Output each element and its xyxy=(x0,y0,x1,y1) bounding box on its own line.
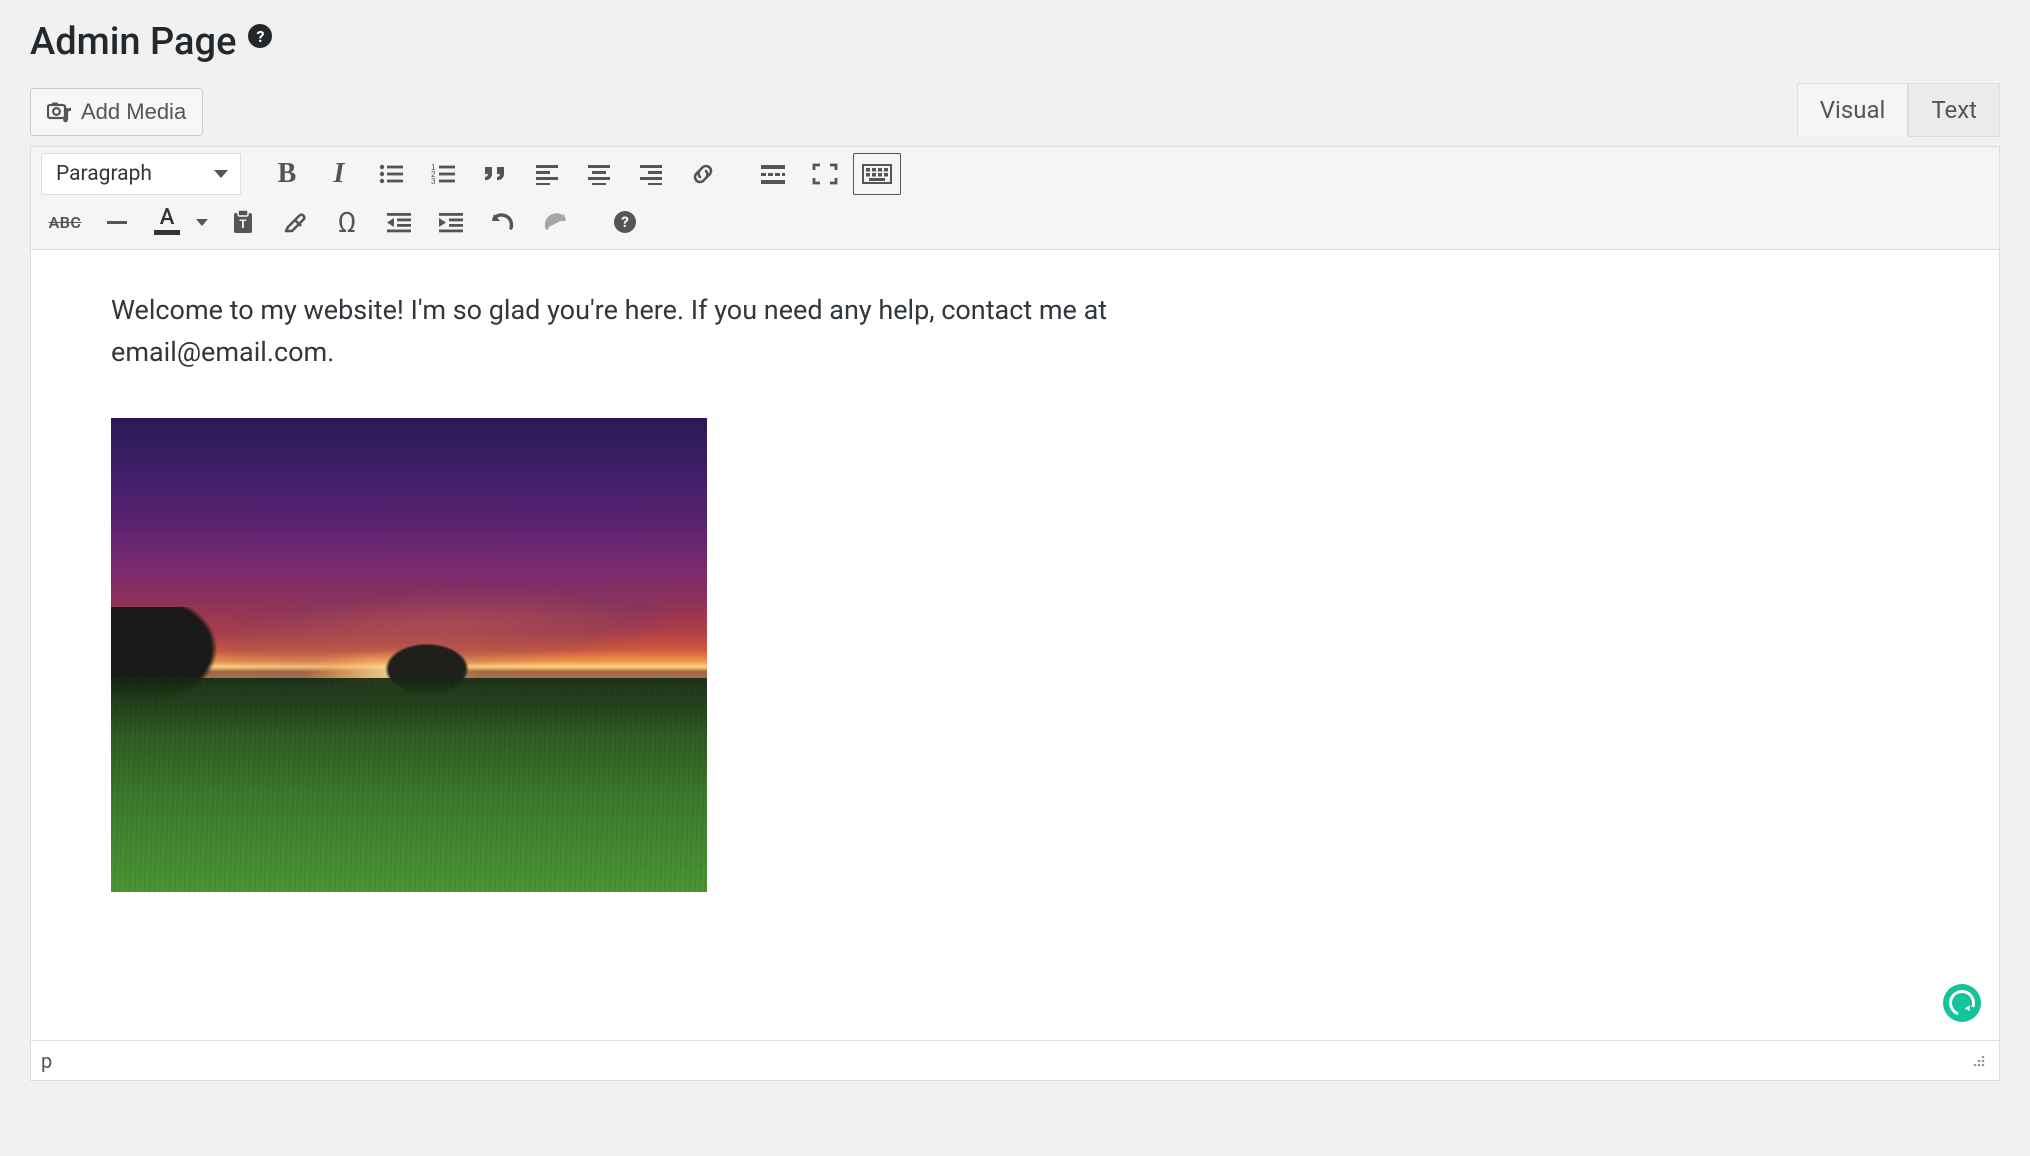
grammarly-icon[interactable] xyxy=(1943,984,1981,1022)
svg-text:T: T xyxy=(239,217,247,231)
svg-text:?: ? xyxy=(621,213,629,231)
text-color-bar xyxy=(154,230,180,235)
bold-button[interactable]: B xyxy=(263,153,311,195)
content-image[interactable] xyxy=(111,418,707,892)
outdent-button[interactable] xyxy=(375,201,423,243)
tab-text[interactable]: Text xyxy=(1908,83,2000,137)
resize-handle-icon[interactable] xyxy=(1969,1051,1989,1071)
format-select[interactable]: Paragraph xyxy=(41,153,241,195)
strikethrough-button[interactable]: ABC xyxy=(41,201,89,243)
tab-visual[interactable]: Visual xyxy=(1797,83,1909,137)
text-color-button[interactable]: A xyxy=(145,204,189,240)
special-character-button[interactable]: Ω xyxy=(323,201,371,243)
redo-button[interactable] xyxy=(531,201,579,243)
svg-text:3: 3 xyxy=(431,177,436,185)
italic-button[interactable]: I xyxy=(315,153,363,195)
add-media-label: Add Media xyxy=(81,99,186,125)
fullscreen-button[interactable] xyxy=(801,153,849,195)
horizontal-rule-button[interactable] xyxy=(93,201,141,243)
read-more-button[interactable] xyxy=(749,153,797,195)
align-center-button[interactable] xyxy=(575,153,623,195)
keyboard-help-button[interactable]: ? xyxy=(601,201,649,243)
align-left-button[interactable] xyxy=(523,153,571,195)
help-icon[interactable]: ? xyxy=(248,24,272,48)
text-color-dropdown[interactable] xyxy=(189,201,215,243)
editor-tabs: Visual Text xyxy=(1797,83,2000,137)
add-media-button[interactable]: Add Media xyxy=(30,88,203,136)
undo-button[interactable] xyxy=(479,201,527,243)
editor-toolbar: Paragraph B I xyxy=(31,147,1999,250)
paste-as-text-button[interactable]: T xyxy=(219,201,267,243)
link-button[interactable] xyxy=(679,153,727,195)
numbered-list-button[interactable]: 1 2 3 xyxy=(419,153,467,195)
editor: Paragraph B I xyxy=(30,146,2000,1081)
align-right-button[interactable] xyxy=(627,153,675,195)
format-select-value: Paragraph xyxy=(56,162,152,186)
content-paragraph[interactable]: Welcome to my website! I'm so glad you'r… xyxy=(111,290,1241,374)
camera-music-icon xyxy=(47,101,73,123)
toolbar-toggle-button[interactable] xyxy=(853,153,901,195)
page-title: Admin Page xyxy=(30,20,236,64)
blockquote-button[interactable] xyxy=(471,153,519,195)
indent-button[interactable] xyxy=(427,201,475,243)
editor-content[interactable]: Welcome to my website! I'm so glad you'r… xyxy=(31,250,1999,1040)
editor-status-bar: p xyxy=(31,1040,1999,1080)
bullet-list-button[interactable] xyxy=(367,153,415,195)
element-path[interactable]: p xyxy=(41,1049,52,1073)
clear-formatting-button[interactable] xyxy=(271,201,319,243)
